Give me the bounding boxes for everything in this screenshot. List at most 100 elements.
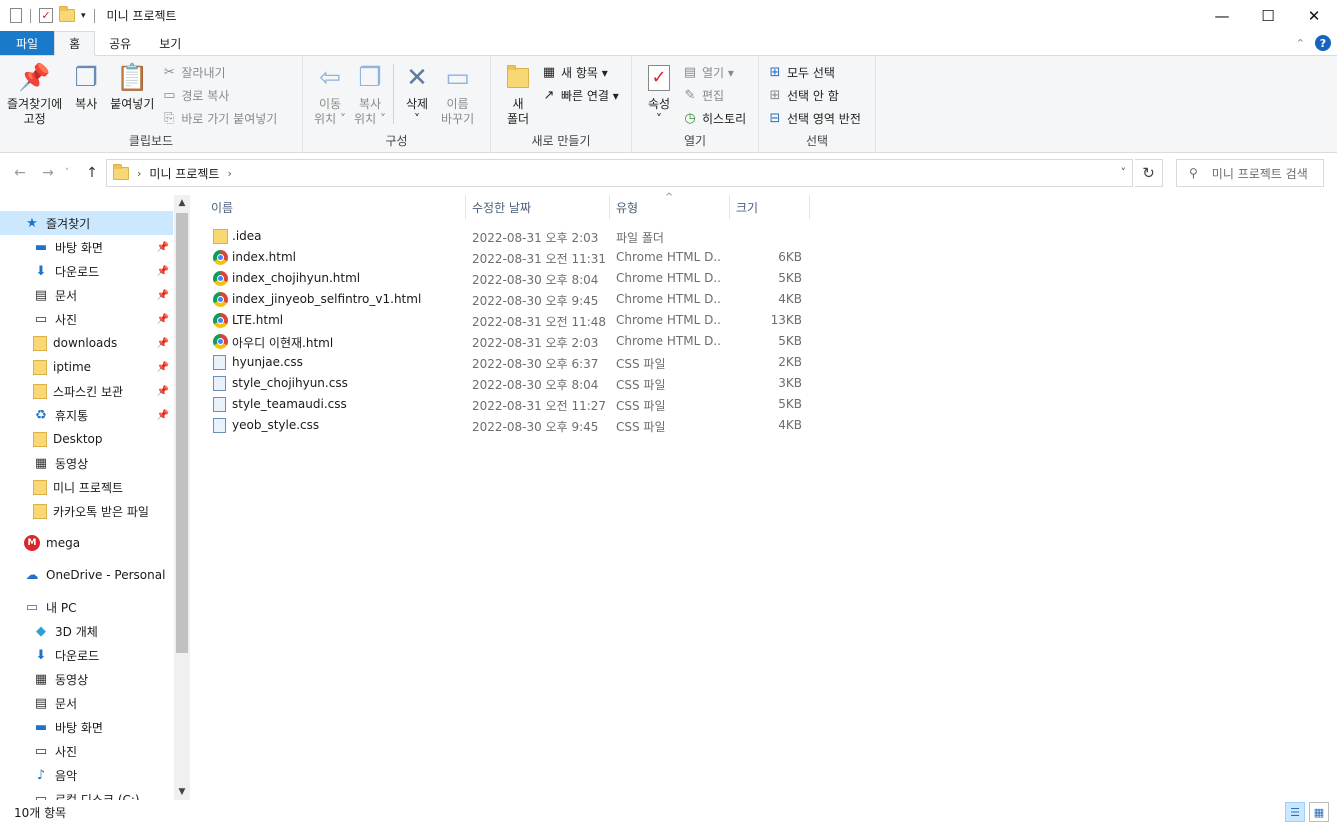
file-row[interactable]: hyunjae.css 2022-08-30 오후 6:37 CSS 파일 2KB (205, 352, 810, 373)
nav-item-pc-pictures[interactable]: ▭ 사진 (0, 739, 173, 763)
nav-item-documents[interactable]: ▤ 문서 📌 (0, 283, 173, 307)
breadcrumb-chevron-icon[interactable]: › (137, 167, 141, 180)
column-header-name[interactable]: 이름 (205, 195, 466, 219)
file-row[interactable]: index_jinyeob_selfintro_v1.html 2022-08-3… (205, 289, 810, 310)
copy-button[interactable]: ❐ 복사 (67, 60, 105, 114)
details-view-icon[interactable]: ☰ (1285, 802, 1305, 822)
delete-button[interactable]: ✕ 삭제 ˅ (398, 60, 436, 129)
close-button[interactable]: ✕ (1291, 0, 1337, 31)
column-header-date[interactable]: 수정한 날짜 (466, 195, 610, 219)
nav-item-downloads[interactable]: ⬇ 다운로드 📌 (0, 259, 173, 283)
nav-item-3d-objects[interactable]: ◆ 3D 개체 (0, 619, 173, 643)
pin-icon[interactable]: 📌 (157, 266, 169, 277)
up-button[interactable]: ↑ (80, 161, 104, 185)
nav-item-pictures[interactable]: ▭ 사진 📌 (0, 307, 173, 331)
history-button[interactable]: ◷ 히스토리 (680, 108, 748, 129)
navigation-pane-scrollbar[interactable]: ▲ ▼ (174, 195, 190, 800)
maximize-button[interactable]: ☐ (1245, 0, 1291, 31)
nav-item-recycle-bin[interactable]: ♻ 휴지통 📌 (0, 403, 173, 427)
paste-button[interactable]: 📋 붙여넣기 (107, 60, 157, 114)
file-name: style_teamaudi.css (232, 397, 347, 411)
move-to-button[interactable]: ⇦ 이동 위치 ˅ (311, 60, 349, 129)
nav-item-desktop-folder[interactable]: Desktop (0, 427, 173, 451)
pin-icon[interactable]: 📌 (157, 314, 169, 325)
address-history-dropdown-icon[interactable]: ˅ (1121, 166, 1127, 179)
navigation-pane: ★ 즐겨찾기 ▬ 바탕 화면 📌 ⬇ 다운로드 📌 ▤ 문서 📌 ▭ 사진 📌 downloads… (0, 195, 190, 800)
pin-icon[interactable]: 📌 (157, 410, 169, 421)
nav-item-downloads-folder[interactable]: downloads 📌 (0, 331, 173, 355)
pin-to-quick-access-button[interactable]: 📌 즐겨찾기에 고정 (4, 60, 65, 129)
file-row[interactable]: yeob_style.css 2022-08-30 오후 9:45 CSS 파일 4K… (205, 415, 810, 436)
edit-button[interactable]: ✎ 편집 (680, 85, 748, 106)
pin-icon[interactable]: 📌 (157, 338, 169, 349)
tab-share[interactable]: 공유 (95, 31, 145, 55)
nav-item-iptime[interactable]: iptime 📌 (0, 355, 173, 379)
back-button[interactable]: ← (8, 161, 32, 185)
collapse-ribbon-icon[interactable]: ⌃ (1296, 37, 1305, 50)
large-icons-view-icon[interactable]: ▦ (1309, 802, 1329, 822)
new-folder-button[interactable]: 새 폴더 (499, 60, 537, 129)
scrollbar-thumb[interactable] (176, 213, 188, 653)
nav-item-onedrive[interactable]: ☁ OneDrive - Personal (0, 563, 173, 587)
nav-item-pc-downloads[interactable]: ⬇ 다운로드 (0, 643, 173, 667)
help-icon[interactable]: ? (1315, 35, 1331, 51)
file-row[interactable]: style_chojihyun.css 2022-08-30 오후 8:04 CSS… (205, 373, 810, 394)
nav-item-mini-project[interactable]: 미니 프로젝트 (0, 475, 173, 499)
nav-item-this-pc[interactable]: ▭ 내 PC (0, 595, 173, 619)
invert-selection-button[interactable]: ⊟ 선택 영역 반전 (765, 108, 863, 129)
refresh-button[interactable]: ↻ (1135, 159, 1163, 187)
nav-item-quick-access[interactable]: ★ 즐겨찾기 (0, 211, 173, 235)
properties-icon[interactable]: ✓ (39, 8, 53, 23)
group-label-new: 새로 만들기 (531, 134, 591, 148)
select-all-button[interactable]: ⊞ 모두 선택 (765, 62, 863, 83)
file-row[interactable]: index.html 2022-08-31 오전 11:31 Chrome HTML… (205, 247, 810, 268)
easy-access-button[interactable]: ↗ 빠른 연결 ▾ (539, 85, 621, 106)
recent-locations-button[interactable]: ˅ (60, 161, 74, 185)
search-box[interactable]: ⚲ 미니 프로젝트 검색 (1176, 159, 1324, 187)
file-row[interactable]: index_chojihyun.html 2022-08-30 오후 8:04 Ch… (205, 268, 810, 289)
customize-qat-icon[interactable]: ▾ (81, 11, 86, 21)
nav-item-music[interactable]: ♪ 음악 (0, 763, 173, 787)
nav-item-kakaotalk[interactable]: 카카오톡 받은 파일 (0, 499, 173, 523)
nav-item-mega[interactable]: Mmega (0, 531, 173, 555)
copy-path-button[interactable]: ▭ 경로 복사 (159, 85, 279, 106)
nav-item-pc-videos[interactable]: ▦ 동영상 (0, 667, 173, 691)
tab-file[interactable]: 파일 (0, 31, 55, 55)
cut-button[interactable]: ✂ 잘라내기 (159, 62, 279, 83)
address-bar[interactable]: › 미니 프로젝트 › ˅ (106, 159, 1133, 187)
nav-item-spaskin[interactable]: 스파스킨 보관 📌 (0, 379, 173, 403)
scroll-down-icon[interactable]: ▼ (174, 784, 190, 800)
history-icon: ◷ (684, 111, 696, 126)
file-name: 아우디 이현재.html (232, 336, 334, 350)
file-row[interactable]: style_teamaudi.css 2022-08-31 오전 11:27 CSS… (205, 394, 810, 415)
paste-shortcut-button[interactable]: ⎘ 바로 가기 붙여넣기 (159, 108, 279, 129)
new-folder-icon[interactable] (59, 6, 75, 22)
breadcrumb-current[interactable]: 미니 프로젝트 (149, 165, 219, 182)
column-header-size[interactable]: 크기 (730, 195, 810, 219)
file-row[interactable]: 아우디 이현재.html 2022-08-31 오후 2:03 Chrome HTM… (205, 331, 810, 352)
pin-icon[interactable]: 📌 (157, 290, 169, 301)
select-none-button[interactable]: ⊞ 선택 안 함 (765, 85, 863, 106)
file-row[interactable]: .idea 2022-08-31 오후 2:03 파일 폴더 (205, 226, 810, 247)
nav-item-pc-documents[interactable]: ▤ 문서 (0, 691, 173, 715)
scroll-up-icon[interactable]: ▲ (174, 195, 190, 211)
nav-item-videos[interactable]: ▦ 동영상 (0, 451, 173, 475)
tab-view[interactable]: 보기 (145, 31, 195, 55)
forward-button[interactable]: → (36, 161, 60, 185)
nav-item-local-disk[interactable]: ▭ 로컬 디스크 (C:) (0, 787, 173, 801)
open-button[interactable]: ▤ 열기 ▾ (680, 62, 748, 83)
pin-icon[interactable]: 📌 (157, 242, 169, 253)
file-properties-icon[interactable] (10, 8, 22, 23)
file-row[interactable]: LTE.html 2022-08-31 오전 11:48 Chrome HTML D… (205, 310, 810, 331)
new-item-button[interactable]: ▦ 새 항목 ▾ (539, 62, 621, 83)
properties-button[interactable]: ✓ 속성 ˅ (640, 60, 678, 129)
minimize-button[interactable]: — (1199, 0, 1245, 31)
tab-home[interactable]: 홈 (54, 31, 96, 56)
rename-button[interactable]: ▭ 이름 바꾸기 (438, 60, 477, 129)
copy-to-button[interactable]: ❐ 복사 위치 ˅ (351, 60, 389, 129)
breadcrumb-chevron-icon[interactable]: › (227, 167, 231, 180)
nav-item-pc-desktop[interactable]: ▬ 바탕 화면 (0, 715, 173, 739)
pin-icon[interactable]: 📌 (157, 362, 169, 373)
pin-icon[interactable]: 📌 (157, 386, 169, 397)
nav-item-desktop[interactable]: ▬ 바탕 화면 📌 (0, 235, 173, 259)
